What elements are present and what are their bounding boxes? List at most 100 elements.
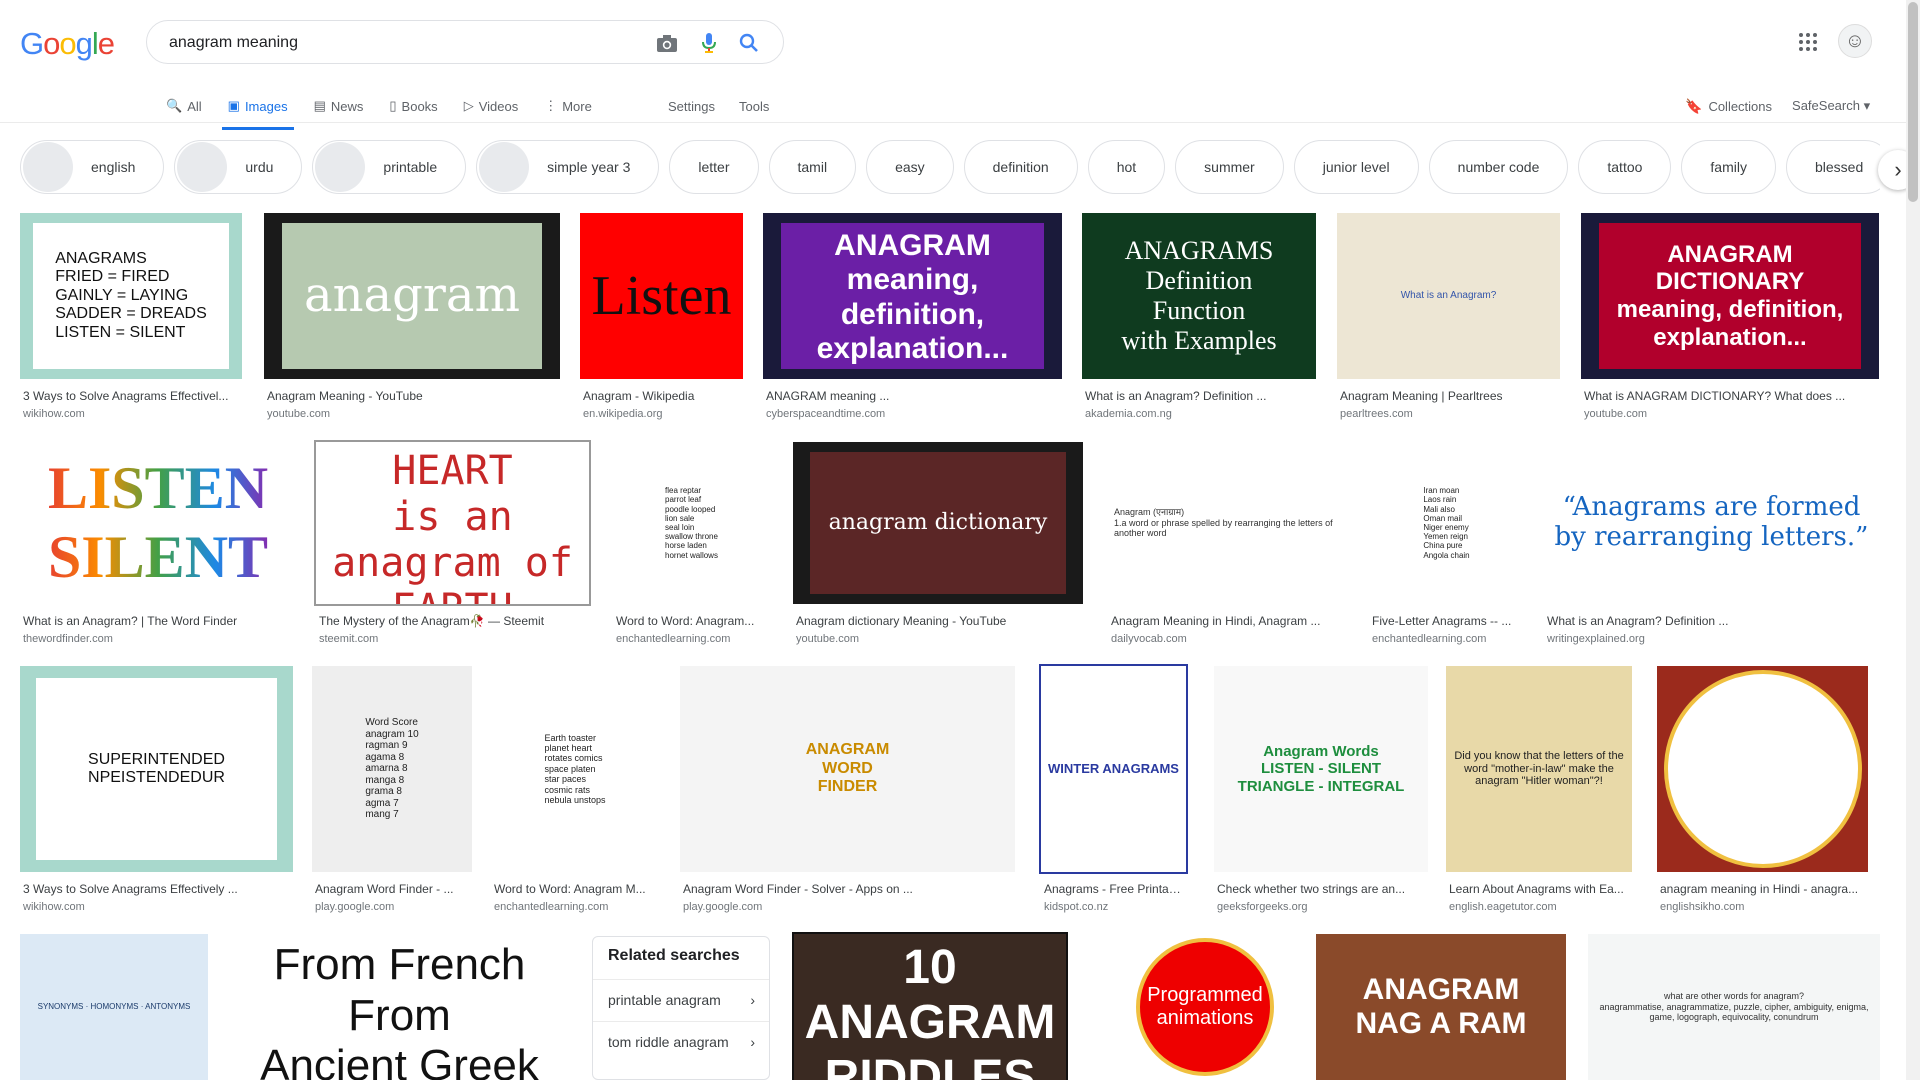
result-source: geeksforgeeks.org: [1217, 901, 1308, 913]
result-thumbnail: Earth toaster planet heart rotates comic…: [491, 666, 659, 872]
thumbnail-circle: [1663, 670, 1862, 868]
google-logo[interactable]: Google: [20, 26, 115, 62]
settings-link[interactable]: Settings: [668, 91, 715, 121]
result-source: steemit.com: [319, 633, 379, 645]
microphone-icon[interactable]: [697, 31, 721, 55]
thumbnail-text: Anagram (एनाग्राम) 1.a word or phrase sp…: [1114, 507, 1333, 539]
chip-junior-level[interactable]: junior level: [1293, 140, 1419, 194]
thumbnail-panel: anagram: [281, 222, 543, 370]
result-source: cyberspaceandtime.com: [766, 408, 886, 420]
chip-letter[interactable]: letter: [669, 140, 759, 194]
thumbnail-panel: ANAGRAMS FRIED = FIRED GAINLY = LAYING S…: [33, 222, 229, 370]
chip-urdu[interactable]: urdu: [174, 140, 303, 194]
result-title[interactable]: What is an Anagram? Definition ...: [1085, 389, 1313, 403]
result-thumbnail: SUPERINTENDED NPEISTENDEDUR: [20, 666, 293, 872]
chip-label: printable: [383, 159, 438, 175]
result-title[interactable]: ANAGRAM meaning ...: [766, 389, 1059, 403]
tools-link[interactable]: Tools: [739, 91, 769, 121]
chip-thumbnail: [23, 142, 73, 192]
chip-printable[interactable]: printable: [312, 140, 467, 194]
result-title[interactable]: Learn About Anagrams with Ea...: [1449, 882, 1629, 896]
chip-definition[interactable]: definition: [963, 140, 1078, 194]
chip-hot[interactable]: hot: [1087, 140, 1166, 194]
search-input[interactable]: [167, 31, 651, 55]
result-title[interactable]: Word to Word: Anagram M...: [494, 882, 656, 896]
result-title[interactable]: What is ANAGRAM DICTIONARY? What does ..…: [1584, 389, 1876, 403]
search-icon[interactable]: [737, 31, 761, 55]
result-thumbnail: ANAGRAM WORD FINDER: [680, 666, 1015, 872]
tab-label: More: [562, 98, 592, 114]
chip-tattoo[interactable]: tattoo: [1578, 140, 1672, 194]
chip-easy[interactable]: easy: [866, 140, 954, 194]
logo-letter: o: [59, 26, 76, 61]
result-title[interactable]: Anagram Meaning in Hindi, Anagram ...: [1111, 614, 1346, 628]
result-title[interactable]: Anagram dictionary Meaning - YouTube: [796, 614, 1080, 628]
related-search-item[interactable]: printable anagram ›: [593, 979, 769, 1019]
result-thumbnail: LISTEN SILENT: [20, 442, 296, 604]
result-thumbnail: Word Score anagram 10 ragman 9 agama 8 a…: [312, 666, 472, 872]
result-title[interactable]: Anagram Meaning | Pearltrees: [1340, 389, 1557, 403]
thumbnail-text: Earth toaster planet heart rotates comic…: [544, 732, 606, 805]
tab-news[interactable]: ▤ News: [314, 91, 364, 121]
result-source: en.wikipedia.org: [583, 408, 663, 420]
related-search-item[interactable]: tom riddle anagram ›: [593, 1021, 769, 1061]
result-thumbnail: ANAGRAM NAG A RAM: [1316, 934, 1566, 1080]
result-thumbnail: what are other words for anagram? anagra…: [1588, 934, 1880, 1080]
result-title[interactable]: What is an Anagram? | The Word Finder: [23, 614, 293, 628]
collections-link[interactable]: 🔖 Collections: [1685, 98, 1772, 115]
chip-label: easy: [895, 159, 925, 175]
result-title[interactable]: 3 Ways to Solve Anagrams Effectively ...: [23, 882, 290, 896]
chip-english[interactable]: english: [20, 140, 165, 194]
tab-books[interactable]: ▯ Books: [389, 91, 437, 121]
result-source: enchantedlearning.com: [1372, 633, 1487, 645]
result-title[interactable]: anagram meaning in Hindi - anagra...: [1660, 882, 1865, 896]
thumbnail-text: anagram dictionary: [828, 510, 1048, 536]
result-source: dailyvocab.com: [1111, 633, 1187, 645]
chip-label: tattoo: [1607, 159, 1643, 175]
chip-thumbnail: [177, 142, 228, 192]
avatar[interactable]: ☺: [1838, 24, 1872, 58]
result-title[interactable]: Anagram Meaning - YouTube: [267, 389, 557, 403]
thumbnail-text: ANAGRAM DICTIONARY meaning, definition, …: [1616, 240, 1844, 351]
tab-images[interactable]: ▣ Images: [221, 91, 294, 130]
safesearch-dropdown[interactable]: SafeSearch ▾: [1792, 98, 1870, 114]
chip-label: summer: [1204, 159, 1255, 175]
result-title[interactable]: Word to Word: Anagram...: [616, 614, 767, 628]
tab-all[interactable]: 🔍 All: [166, 91, 202, 121]
camera-icon[interactable]: [655, 31, 679, 55]
chip-blessed[interactable]: blessed: [1785, 140, 1880, 194]
result-title[interactable]: Five-Letter Anagrams -- ...: [1372, 614, 1521, 628]
result-title[interactable]: Anagram Word Finder - Solver - Apps on .…: [683, 882, 1012, 896]
result-title[interactable]: Anagram Word Finder - ...: [315, 882, 469, 896]
logo-letter: o: [43, 26, 60, 61]
tab-videos[interactable]: ▷ Videos: [464, 91, 519, 121]
thumbnail-text: What is an Anagram?: [1400, 290, 1497, 302]
thumbnail-text: ANAGRAM meaning, definition, explanation…: [816, 228, 1009, 366]
chip-number-code[interactable]: number code: [1428, 140, 1569, 194]
chip-family[interactable]: family: [1681, 140, 1776, 194]
scrollbar-thumb[interactable]: [1908, 2, 1918, 202]
result-source: kidspot.co.nz: [1044, 901, 1109, 913]
tab-more[interactable]: ⋮ More: [544, 91, 592, 121]
result-title[interactable]: The Mystery of the Anagram🥀 — Steemit: [319, 614, 586, 628]
thumbnail-text: flea reptar parrot leaf poodle looped li…: [665, 486, 718, 560]
right-tools: 🔖 Collections SafeSearch ▾: [1685, 91, 1870, 121]
thumbnail-text: [1757, 763, 1769, 775]
result-title[interactable]: Anagram - Wikipedia: [583, 389, 740, 403]
chip-label: family: [1710, 159, 1747, 175]
result-title[interactable]: Anagrams - Free Printabl...: [1044, 882, 1183, 896]
chip-label: english: [91, 159, 136, 175]
chip-summer[interactable]: summer: [1175, 140, 1284, 194]
result-title[interactable]: Check whether two strings are an...: [1217, 882, 1425, 896]
result-thumbnail: SYNONYMS · HOMONYMS · ANTONYMS: [20, 934, 208, 1080]
result-title[interactable]: 3 Ways to Solve Anagrams Effectivel...: [23, 389, 239, 403]
search-tabs: 🔍 All ▣ Images ▤ News ▯ Books ▷ Videos ⋮ More: [166, 91, 618, 130]
chip-tamil[interactable]: tamil: [768, 140, 857, 194]
chip-simple-year-3[interactable]: simple year 3: [476, 140, 660, 194]
result-title[interactable]: What is an Anagram? Definition ...: [1547, 614, 1876, 628]
header-divider: [0, 122, 1920, 123]
tab-label: All: [187, 98, 202, 114]
result-thumbnail: [1657, 666, 1868, 872]
result-thumbnail: What is an Anagram?: [1337, 213, 1560, 379]
apps-grid-icon[interactable]: [1796, 30, 1820, 54]
